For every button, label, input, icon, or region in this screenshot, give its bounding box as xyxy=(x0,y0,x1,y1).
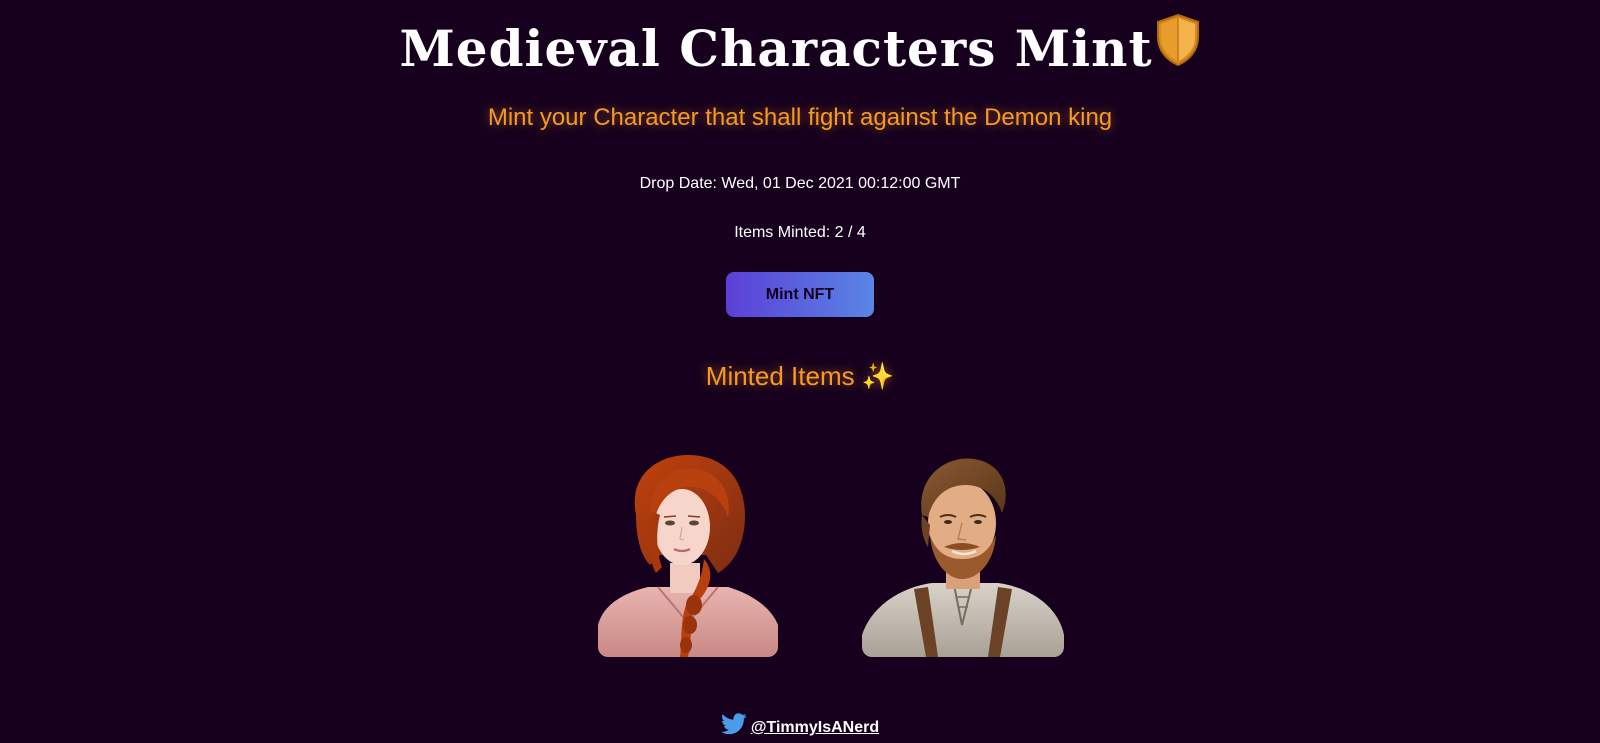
footer: @TimmyIsANerd xyxy=(0,713,1600,743)
twitter-handle-link[interactable]: @TimmyIsANerd xyxy=(751,716,879,740)
minted-items-heading: Minted Items ✨ xyxy=(705,361,895,391)
twitter-icon[interactable] xyxy=(720,713,747,743)
shield-icon xyxy=(1155,13,1201,85)
page-subtitle: Mint your Character that shall fight aga… xyxy=(487,104,1113,131)
page: Medieval Characters Mint Mint your Chara… xyxy=(0,0,1600,743)
drop-date: Drop Date: Wed, 01 Dec 2021 00:12:00 GMT xyxy=(639,175,961,192)
page-title-text: Medieval Characters Mint xyxy=(399,19,1153,78)
minted-nft-woman[interactable] xyxy=(598,455,778,657)
page-title: Medieval Characters Mint xyxy=(0,13,1600,85)
woman-portrait-image xyxy=(598,455,778,657)
man-portrait-image xyxy=(862,458,1064,657)
mint-nft-button[interactable]: Mint NFT xyxy=(726,272,874,317)
minted-nft-man[interactable] xyxy=(862,455,1064,657)
items-minted-count: Items Minted: 2 / 4 xyxy=(734,224,866,241)
